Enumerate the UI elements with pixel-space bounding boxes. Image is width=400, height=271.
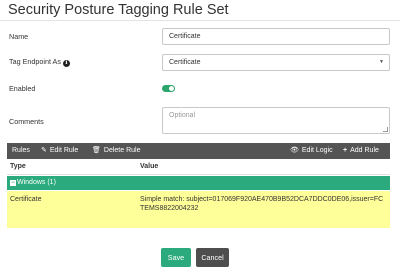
tag-endpoint-select[interactable]: Certificate ▼ bbox=[162, 54, 390, 71]
column-header-type[interactable]: Type bbox=[10, 159, 26, 175]
rules-toolbar: Rules ✎ Edit Rule 🗑 Delete Rule 👁 Edit Logi… bbox=[7, 143, 390, 159]
select-caret-icon: ▼ bbox=[379, 59, 384, 65]
rules-title: Rules bbox=[12, 147, 30, 154]
tag-endpoint-label: Tag Endpoint As i bbox=[9, 57, 70, 67]
edit-logic-button[interactable]: 👁 Edit Logic bbox=[290, 143, 333, 159]
comments-textarea[interactable]: Optional bbox=[162, 107, 390, 134]
enabled-label: Enabled bbox=[9, 84, 36, 93]
resize-handle-icon[interactable] bbox=[383, 127, 388, 132]
enabled-toggle[interactable] bbox=[162, 85, 175, 92]
toggle-knob bbox=[169, 86, 174, 91]
collapse-icon[interactable]: − bbox=[10, 180, 16, 186]
eye-icon: 👁 bbox=[290, 147, 299, 154]
delete-rule-label: Delete Rule bbox=[103, 147, 141, 154]
add-rule-label: Add Rule bbox=[350, 147, 379, 154]
save-button[interactable]: Save bbox=[161, 248, 191, 267]
name-label: Name bbox=[9, 32, 29, 41]
table-header: Type Value bbox=[7, 159, 390, 175]
edit-icon: ✎ bbox=[41, 147, 47, 154]
page-title: Security Posture Tagging Rule Set bbox=[8, 2, 229, 18]
group-label: Windows (1) bbox=[17, 179, 56, 186]
tag-endpoint-value: Certificate bbox=[169, 59, 201, 66]
comments-label: Comments bbox=[9, 117, 44, 126]
column-header-value[interactable]: Value bbox=[140, 159, 158, 175]
tag-endpoint-label-text: Tag Endpoint As bbox=[9, 57, 61, 66]
plus-icon: + bbox=[343, 147, 348, 154]
group-row-windows[interactable]: − Windows (1) bbox=[7, 176, 390, 190]
edit-rule-label: Edit Rule bbox=[49, 147, 79, 154]
info-icon[interactable]: i bbox=[62, 60, 70, 67]
delete-rule-button[interactable]: 🗑 Delete Rule bbox=[92, 143, 140, 159]
table-row[interactable]: Certificate Simple match: subject=017069… bbox=[7, 191, 390, 228]
add-rule-button[interactable]: + Add Rule bbox=[343, 143, 379, 159]
edit-rule-button[interactable]: ✎ Edit Rule bbox=[41, 143, 78, 159]
trash-icon: 🗑 bbox=[92, 147, 101, 154]
title-divider bbox=[0, 20, 400, 21]
name-input[interactable]: Certificate bbox=[162, 28, 390, 45]
cell-value: Simple match: subject=017069F920AE470B9B… bbox=[140, 196, 384, 212]
edit-logic-label: Edit Logic bbox=[301, 147, 333, 154]
comments-placeholder: Optional bbox=[169, 112, 196, 119]
cell-type: Certificate bbox=[10, 196, 42, 203]
cancel-button[interactable]: Cancel bbox=[196, 248, 229, 267]
